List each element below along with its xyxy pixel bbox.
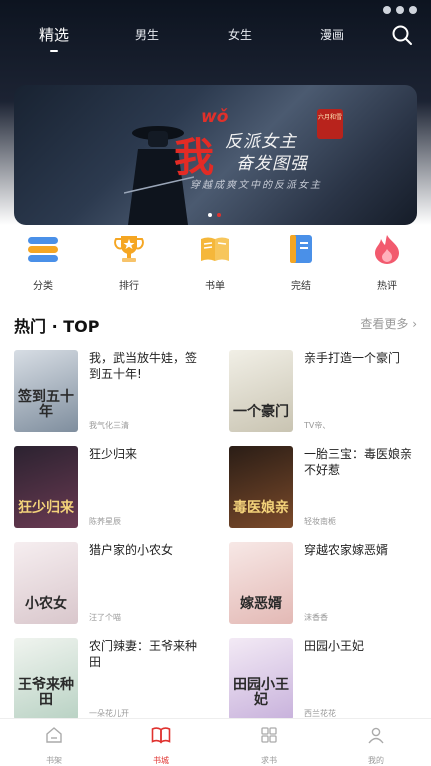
trophy-icon [114, 236, 144, 262]
grid-icon [261, 727, 277, 743]
book-cover[interactable]: 一个豪门 [229, 350, 293, 432]
book-author: 轻妆南栀 [304, 517, 336, 526]
book-cover-title: 田园小王妃 [233, 677, 289, 708]
tabbar-bookshelf[interactable]: 书架 [24, 725, 84, 766]
tabbar-bookshelf-label: 书架 [46, 756, 62, 765]
tab-featured[interactable]: 精选 [38, 24, 70, 52]
book-cover[interactable]: 小农女 [14, 542, 78, 624]
tab-male[interactable]: 男生 [133, 26, 161, 43]
book-cover-title: 王爷来种田 [18, 677, 74, 708]
author-seal: 六月和雪 [317, 109, 343, 139]
book-cover[interactable]: 田园小王妃 [229, 638, 293, 720]
book-cover[interactable]: 毒医娘亲 [229, 446, 293, 528]
book-cover-title: 嫁恶婿 [240, 596, 282, 612]
book-cover[interactable]: 王爷来种田 [14, 638, 78, 720]
tab-male-label: 男生 [134, 28, 159, 42]
status-icons [383, 6, 417, 14]
category-classify-label: 分类 [33, 281, 53, 292]
tab-female-label: 女生 [227, 28, 252, 42]
tab-comics[interactable]: 漫画 [318, 26, 346, 43]
promo-banner[interactable]: wǒ 我 反派女主 奋发图强 穿越成爽文中的反派女主 六月和雪 [14, 85, 417, 225]
category-hot-reviews-label: 热评 [377, 281, 397, 292]
book-cover-title: 狂少归来 [18, 500, 74, 516]
finished-book-icon [290, 235, 312, 263]
book-card[interactable]: 王爷来种田 农门辣妻：王爷来种田 一朵花儿开 [14, 638, 214, 720]
profile-icon [368, 727, 384, 744]
book-title[interactable]: 猎户家的小农女 [89, 542, 207, 558]
category-booklist-label: 书单 [205, 281, 225, 292]
banner-page-dot[interactable] [207, 213, 212, 217]
banner-subtitle: 穿越成爽文中的反派女主 [190, 180, 322, 191]
book-card[interactable]: 毒医娘亲 一胎三宝：毒医娘亲不好惹轻妆南栀 [229, 446, 429, 528]
book-card[interactable]: 小农女 猎户家的小农女汪了个喵 [14, 542, 214, 624]
tabbar-request-book[interactable]: 求书 [239, 725, 299, 766]
book-card[interactable]: 嫁恶婿 穿越农家嫁恶婿沫香香 [229, 542, 429, 624]
section-title: 热门 · TOP [14, 317, 100, 336]
book-title[interactable]: 一胎三宝：毒医娘亲不好惹 [304, 446, 422, 478]
banner-pinyin: wǒ [201, 107, 229, 127]
banner-big-character: 我 [174, 134, 214, 181]
book-author: 我气化三清 [89, 421, 129, 430]
book-cover-title: 一个豪门 [233, 404, 289, 420]
book-title[interactable]: 亲手打造一个豪门 [304, 350, 422, 366]
tabbar-request-book-label: 求书 [261, 756, 277, 765]
book-list-icon [201, 237, 229, 261]
book-cover-title: 小农女 [25, 596, 67, 612]
book-card[interactable]: 狂少归来 狂少归来 陈荞星辰 [14, 446, 214, 528]
category-ranking-label: 排行 [119, 281, 139, 292]
tabbar-bookstore[interactable]: 书城 [131, 725, 191, 766]
category-ranking[interactable]: 排行 [99, 233, 159, 292]
tabbar-bookstore-label: 书城 [153, 756, 169, 765]
category-finished[interactable]: 完结 [271, 233, 331, 292]
category-icon [28, 237, 58, 262]
book-cover[interactable]: 签到五十年 [14, 350, 78, 432]
category-booklist[interactable]: 书单 [185, 233, 245, 292]
book-card[interactable]: 一个豪门 亲手打造一个豪门 TV帝、 [229, 350, 429, 432]
book-card[interactable]: 签到五十年 我，武当放牛娃，签到五十年! 我气化三清 [14, 350, 214, 432]
tabbar-profile-label: 我的 [368, 756, 384, 765]
book-author: 汪了个喵 [89, 613, 121, 622]
category-shortcuts: 分类 排行 书单 完结 热评 [0, 233, 431, 293]
book-author: TV帝、 [304, 421, 331, 430]
category-finished-label: 完结 [291, 281, 311, 292]
banner-page-dot-active[interactable] [216, 213, 221, 217]
see-more-link[interactable]: 查看更多 › [360, 315, 417, 332]
bottom-tab-bar: 书架 书城 求书 我的 [0, 718, 431, 766]
flame-icon [375, 235, 399, 264]
book-cover-title: 签到五十年 [18, 389, 74, 420]
category-hot-reviews[interactable]: 热评 [357, 233, 417, 292]
tabbar-profile[interactable]: 我的 [346, 725, 406, 766]
book-card[interactable]: 田园小王妃 田园小王妃 西兰花花 [229, 638, 429, 720]
search-button[interactable] [391, 24, 413, 46]
book-cover[interactable]: 狂少归来 [14, 446, 78, 528]
book-title[interactable]: 穿越农家嫁恶婿 [304, 542, 422, 558]
book-author: 沫香香 [304, 613, 328, 622]
book-author: 陈荞星辰 [89, 517, 121, 526]
book-title[interactable]: 我，武当放牛娃，签到五十年! [89, 350, 207, 382]
status-bar [0, 0, 431, 22]
banner-pager [207, 213, 221, 217]
tab-active-indicator [50, 50, 58, 52]
book-title[interactable]: 田园小王妃 [304, 638, 422, 654]
tab-comics-label: 漫画 [319, 28, 344, 42]
bookshelf-icon [46, 727, 62, 743]
book-cover-title: 毒医娘亲 [233, 500, 289, 516]
search-icon [392, 25, 412, 45]
book-cover[interactable]: 嫁恶婿 [229, 542, 293, 624]
book-title[interactable]: 狂少归来 [89, 446, 207, 462]
category-classify[interactable]: 分类 [13, 233, 73, 292]
book-title[interactable]: 农门辣妻：王爷来种田 [89, 638, 207, 670]
tab-female[interactable]: 女生 [226, 26, 254, 43]
bookstore-icon [151, 727, 171, 744]
banner-title-line2: 奋发图强 [236, 154, 308, 174]
wifi-icon [396, 6, 404, 14]
channel-tabs: 精选 男生 女生 漫画 [0, 22, 431, 56]
tab-featured-label: 精选 [38, 26, 69, 44]
signal-icon [383, 6, 391, 14]
battery-icon [409, 6, 417, 14]
